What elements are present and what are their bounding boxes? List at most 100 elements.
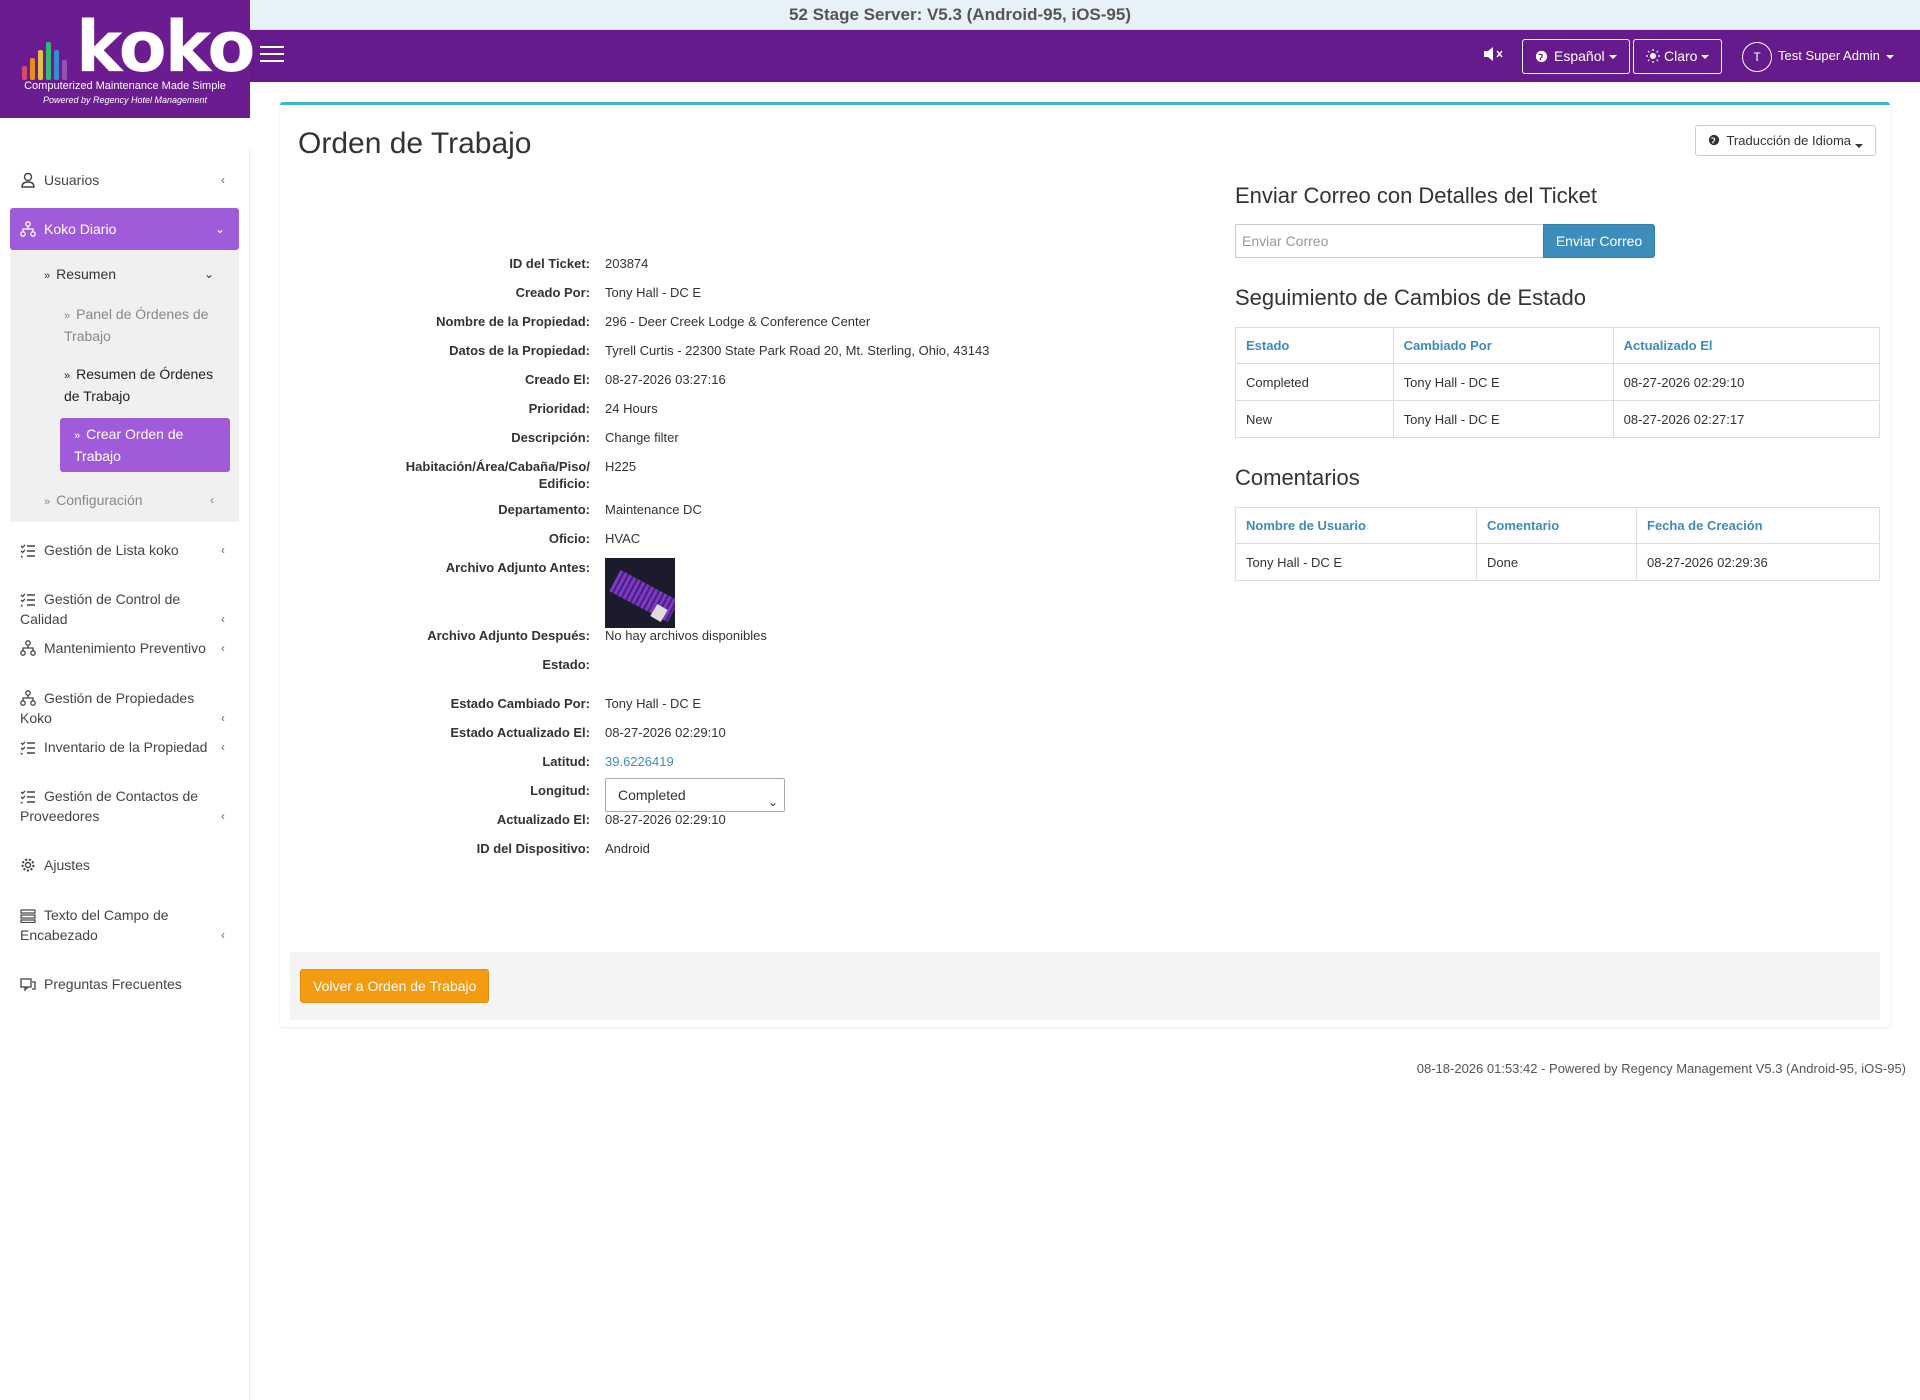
field-value: Change filter [605, 430, 679, 445]
status-select[interactable]: Completed ⌄ [605, 778, 785, 812]
avatar: T [1742, 41, 1772, 72]
submenu-panel-ordenes[interactable]: » Panel de Órdenes de Trabajo [64, 304, 224, 346]
user-icon [20, 172, 38, 188]
field-label: Creado Por: [515, 285, 590, 300]
sidebar: Usuarios ‹ Koko Diario ⌄ » Resumen ⌄ » Panel … [0, 148, 250, 1400]
page-title: Orden de Trabajo [298, 127, 532, 160]
field-value: H225 [605, 459, 637, 474]
logo-bar [38, 50, 43, 80]
sitemap-icon [20, 640, 38, 656]
brand-powered: Powered by Regency Hotel Management [42, 95, 208, 105]
list-icon [20, 908, 38, 924]
field-label: Latitud: [542, 754, 590, 769]
column-header[interactable]: Estado [1235, 327, 1394, 364]
double-chevron-icon: » [44, 270, 51, 282]
sitemap-icon [20, 690, 38, 706]
field-value[interactable]: 39.6226419 [605, 753, 1205, 770]
logo-bar [46, 42, 51, 80]
sidebar-item-control-calidad[interactable]: Gestión de Control de Calidad ‹ [10, 589, 239, 629]
field-value: HVAC [605, 531, 641, 546]
email-input[interactable]: Enviar Correo [1235, 224, 1544, 258]
sidebar-item-mantenimiento[interactable]: Mantenimiento Preventivo ‹ [10, 638, 239, 658]
sun-icon [1646, 49, 1660, 63]
chevron-down-icon: ⌄ [214, 222, 225, 236]
double-chevron-icon: » [74, 430, 81, 442]
logo-bar [62, 60, 67, 80]
server-banner: 52 Stage Server: V5.3 (Android-95, iOS-9… [0, 0, 1920, 30]
column-header[interactable]: Nombre de Usuario [1235, 507, 1477, 544]
sidebar-item-faq[interactable]: Preguntas Frecuentes [10, 974, 239, 994]
sidebar-item-texto-encabezado[interactable]: Texto del Campo de Encabezado ‹ [10, 905, 239, 945]
status-tracking-title: Seguimiento de Cambios de Estado [1235, 285, 1586, 310]
sidebar-item-propiedades[interactable]: Gestión de Propiedades Koko ‹ [10, 688, 239, 728]
field-value: Tyrell Curtis - 22300 State Park Road 20… [605, 343, 990, 358]
field-value: Tony Hall - DC E [605, 696, 702, 711]
menu-toggle-icon[interactable] [260, 46, 284, 64]
sidebar-item-lista-koko[interactable]: Gestión de Lista koko ‹ [10, 540, 239, 560]
field-value: 24 Hours [605, 401, 658, 416]
table-row: New Tony Hall - DC E 08-27-2026 02:27:17 [1235, 400, 1881, 438]
logo-bars-icon [22, 30, 78, 80]
chevron-left-icon: ‹ [221, 711, 225, 725]
submenu-crear-orden[interactable]: » Crear Orden de Trabajo [60, 418, 230, 472]
email-section-title: Enviar Correo con Detalles del Ticket [1235, 183, 1597, 208]
submenu-resumen-ordenes[interactable]: » Resumen de Órdenes de Trabajo [64, 364, 224, 406]
field-value: 08-27-2026 02:29:10 [605, 725, 726, 740]
sidebar-item-koko-diario[interactable]: Koko Diario ⌄ [10, 208, 239, 250]
sidebar-item-proveedores[interactable]: Gestión de Contactos de Proveedores ‹ [10, 786, 239, 826]
checklist-icon [20, 740, 38, 756]
mute-icon[interactable] [1482, 44, 1508, 68]
checklist-icon [20, 543, 38, 559]
chevron-left-icon: ‹ [221, 740, 225, 754]
gear-icon [20, 857, 38, 873]
table-row: Tony Hall - DC E Done 08-27-2026 02:29:3… [1235, 543, 1880, 581]
field-label: Habitación/Área/Cabaña/Piso/ Edificio: [405, 459, 590, 491]
field-value: Maintenance DC [605, 502, 702, 517]
column-header[interactable]: Fecha de Creación [1636, 507, 1880, 544]
top-navbar: Español Claro T Test Super Admin [0, 30, 1920, 82]
table-row: Completed Tony Hall - DC E 08-27-2026 02… [1235, 363, 1881, 401]
attachment-before-thumbnail[interactable] [605, 558, 675, 628]
chevron-left-icon: ‹ [221, 928, 225, 942]
field-value: Tony Hall - DC E [605, 285, 702, 300]
sitemap-icon [20, 211, 38, 237]
field-label: ID del Dispositivo: [476, 841, 590, 856]
column-header[interactable]: Cambiado Por [1392, 327, 1614, 364]
submenu-configuracion[interactable]: » Configuración ‹ [44, 490, 224, 512]
submenu-resumen[interactable]: » Resumen ⌄ [44, 264, 224, 286]
field-label: Oficio: [548, 531, 590, 546]
sidebar-item-inventario[interactable]: Inventario de la Propiedad ‹ [10, 737, 239, 757]
sidebar-item-ajustes[interactable]: Ajustes [10, 855, 239, 875]
chevron-down-icon: ⌄ [767, 795, 778, 809]
faq-icon [20, 977, 38, 993]
field-value: 08-27-2026 03:27:16 [605, 372, 726, 387]
logo-bar [54, 50, 59, 80]
work-order-panel: Orden de Trabajo Traducción de Idioma ID… [280, 102, 1890, 1027]
brand-logo[interactable]: koko Computerized Maintenance Made Simpl… [0, 0, 256, 118]
field-label: Archivo Adjunto Antes: [445, 560, 590, 575]
chevron-down-icon: ⌄ [203, 267, 214, 281]
koko-diario-submenu: » Resumen ⌄ » Panel de Órdenes de Trabajo »… [10, 250, 239, 522]
send-email-button[interactable]: Enviar Correo [1543, 224, 1655, 258]
comments-table: Nombre de Usuario Comentario Fecha de Cr… [1235, 507, 1880, 581]
comments-title: Comentarios [1235, 465, 1360, 490]
translate-dropdown[interactable]: Traducción de Idioma [1695, 125, 1876, 156]
field-label: Estado Actualizado El: [450, 725, 590, 740]
checklist-icon [20, 789, 38, 805]
double-chevron-icon: » [64, 310, 71, 322]
globe-icon [1535, 50, 1548, 63]
field-value: Android [605, 841, 650, 856]
back-to-work-order-button[interactable]: Volver a Orden de Trabajo [300, 969, 490, 1003]
theme-dropdown[interactable]: Claro [1633, 39, 1723, 74]
field-label: Estado Cambiado Por: [450, 696, 590, 711]
column-header[interactable]: Comentario [1476, 507, 1637, 544]
chevron-left-icon: ‹ [221, 173, 225, 187]
user-menu[interactable]: T Test Super Admin [1742, 40, 1894, 72]
sidebar-item-usuarios[interactable]: Usuarios ‹ [10, 170, 239, 190]
column-header[interactable]: Actualizado El [1612, 327, 1881, 364]
language-dropdown[interactable]: Español [1522, 39, 1630, 74]
chevron-left-icon: ‹ [221, 809, 225, 823]
chevron-left-icon: ‹ [221, 612, 225, 626]
field-label: ID del Ticket: [509, 256, 590, 271]
double-chevron-icon: » [44, 496, 51, 508]
